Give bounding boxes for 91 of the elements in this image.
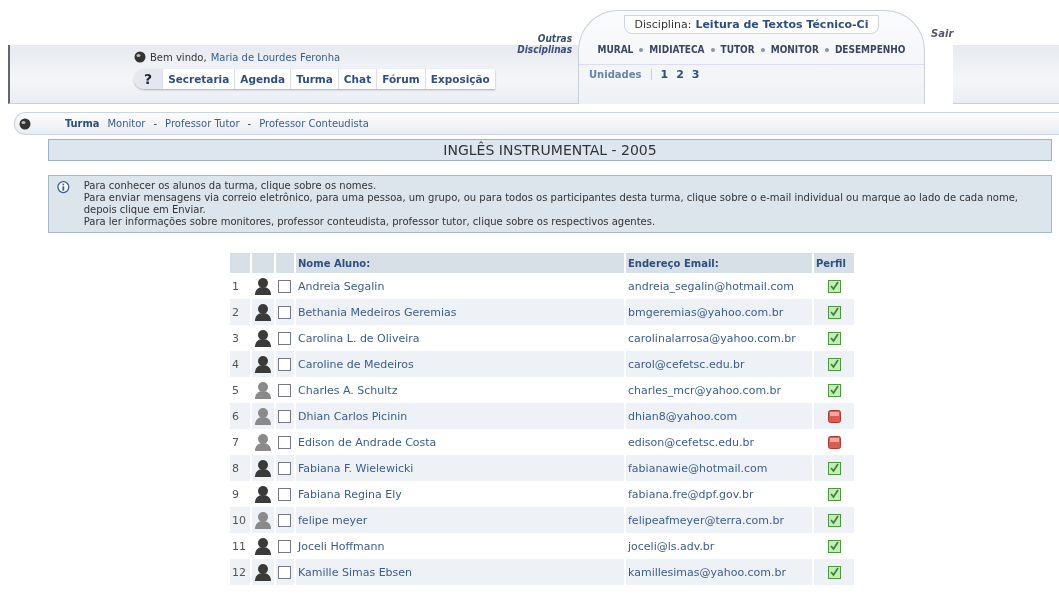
email-link[interactable]: charles_mcr@yahoo.com.br — [628, 383, 782, 397]
column-header: Perfil — [814, 253, 856, 273]
checkbox[interactable] — [278, 513, 291, 527]
checked-profile-icon[interactable] — [827, 383, 841, 397]
student-name-link[interactable]: Carolina L. de Oliveira — [298, 331, 420, 345]
globe-icon — [19, 117, 31, 130]
bullet-icon — [639, 47, 644, 52]
student-name-link[interactable]: Joceli Hoffmann — [298, 539, 385, 553]
menu-tab[interactable]: Secretaria — [162, 69, 235, 89]
checked-profile-icon[interactable] — [827, 357, 841, 371]
student-name-link[interactable]: Charles A. Schultz — [298, 383, 398, 397]
user-name-link[interactable]: Maria de Lourdes Feronha — [210, 51, 341, 63]
student-name-link[interactable]: Andreia Segalin — [298, 279, 385, 293]
checkbox[interactable] — [278, 279, 291, 293]
email-link[interactable]: andreia_segalin@hotmail.com — [628, 279, 794, 293]
checked-profile-icon[interactable] — [827, 539, 841, 553]
checkbox[interactable] — [278, 487, 291, 501]
checkbox[interactable] — [278, 409, 291, 423]
subnav-link[interactable]: Monitor — [107, 118, 146, 129]
student-name-link[interactable]: Edison de Andrade Costa — [298, 435, 437, 449]
units-label: Unidades — [589, 69, 653, 80]
unit-link[interactable]: 2 — [676, 68, 684, 81]
email-link[interactable]: carol@cefetsc.edu.br — [628, 357, 745, 371]
email-link[interactable]: fabianawie@hotmail.com — [628, 461, 768, 475]
globe-icon — [134, 51, 146, 63]
email-link[interactable]: dhian8@yahoo.com — [628, 409, 738, 423]
checked-profile-icon[interactable] — [827, 331, 841, 345]
course-name: Leitura de Textos Técnico-Ci — [695, 18, 869, 31]
menu-tab[interactable]: Fórum — [376, 69, 425, 89]
subnav-link[interactable]: Professor Tutor — [165, 118, 240, 129]
column-header: Nome Aluno: — [296, 253, 626, 273]
unit-link[interactable]: 3 — [691, 68, 700, 81]
logout-link[interactable]: Sair — [931, 28, 954, 39]
welcome-text: Bem vindo, — [150, 51, 207, 63]
course-label: Disciplina: — [634, 18, 692, 31]
checked-profile-icon[interactable] — [827, 279, 841, 293]
student-name-link[interactable]: felipe meyer — [298, 513, 368, 527]
info-text: Para enviar mensagens via correio eletrônico, para uma pessoa, um grupo, ou para todos os participantes desta turma, clique sobre o e-mail individual ou marque ao lado de cada nome, depois clique em Enviar. — [83, 192, 1020, 216]
info-text: Para ler informações sobre monitores, professor conteudista, professor tutor, clique sobre os respectivos agentes. — [83, 216, 657, 228]
checkbox[interactable] — [278, 357, 291, 371]
course-nav-link[interactable]: MIDIATECA — [649, 44, 705, 55]
student-name-link[interactable]: Bethania Medeiros Geremias — [298, 305, 457, 319]
page-title: INGLÊS INSTRUMENTAL - 2005 — [48, 139, 1052, 161]
menu-tab[interactable]: Exposição — [424, 69, 495, 89]
checkbox[interactable] — [278, 539, 291, 553]
info-icon — [57, 180, 70, 196]
empty-profile-icon[interactable] — [827, 409, 841, 423]
empty-profile-icon[interactable] — [827, 435, 841, 449]
checkbox[interactable] — [278, 435, 291, 449]
email-link[interactable]: felipeafmeyer@terra.com.br — [628, 513, 785, 527]
other-courses-link[interactable]: Outras Disciplinas — [502, 33, 572, 55]
unit-link[interactable]: 1 — [660, 68, 669, 81]
email-link[interactable]: fabiana.fre@dpf.gov.br — [628, 487, 754, 501]
email-link[interactable]: joceli@ls.adv.br — [628, 539, 715, 553]
student-name-link[interactable]: Fabiana Regina Ely — [298, 487, 402, 501]
checked-profile-icon[interactable] — [827, 461, 841, 475]
checkbox[interactable] — [278, 305, 291, 319]
checkbox[interactable] — [278, 383, 291, 397]
course-nav-link[interactable]: TUTOR — [720, 44, 755, 55]
course-nav-link[interactable]: MURAL — [597, 44, 634, 55]
bullet-icon — [824, 47, 829, 52]
checkbox[interactable] — [278, 461, 291, 475]
email-link[interactable]: carolinalarrosa@yahoo.com.br — [628, 331, 796, 345]
checked-profile-icon[interactable] — [827, 565, 841, 579]
column-header: Endereço Email: — [626, 253, 814, 273]
separator: - — [247, 118, 252, 129]
course-nav-link[interactable]: MONITOR — [770, 44, 819, 55]
student-name-link[interactable]: Kamille Simas Ebsen — [298, 565, 413, 579]
menu-tab[interactable]: Turma — [290, 69, 338, 89]
checked-profile-icon[interactable] — [827, 513, 841, 527]
menu-tab[interactable]: Agenda — [234, 69, 291, 89]
student-name-link[interactable]: Dhian Carlos Picinin — [298, 409, 408, 423]
email-link[interactable]: bmgeremias@yahoo.com.br — [628, 305, 784, 319]
checked-profile-icon[interactable] — [827, 487, 841, 501]
bullet-icon — [710, 47, 715, 52]
checked-profile-icon[interactable] — [827, 305, 841, 319]
checkbox[interactable] — [278, 331, 291, 345]
help-button[interactable]: ? — [134, 69, 163, 89]
menu-tab[interactable]: Chat — [337, 69, 377, 89]
student-name-link[interactable]: Caroline de Medeiros — [298, 357, 414, 371]
section-title: Turma — [65, 117, 100, 130]
email-link[interactable]: kamillesimas@yahoo.com.br — [628, 565, 787, 579]
subnav-link[interactable]: Professor Conteudista — [259, 118, 369, 129]
student-name-link[interactable]: Fabiana F. Wielewicki — [298, 461, 414, 475]
bullet-icon — [760, 47, 765, 52]
email-link[interactable]: edison@cefetsc.edu.br — [628, 435, 754, 449]
info-text: Para conhecer os alunos da turma, clique sobre os nomes. — [83, 180, 378, 192]
separator: - — [153, 118, 158, 129]
row-number: 12 — [230, 559, 252, 585]
checkbox[interactable] — [278, 565, 291, 579]
course-nav-link[interactable]: DESEMPENHO — [834, 44, 906, 55]
